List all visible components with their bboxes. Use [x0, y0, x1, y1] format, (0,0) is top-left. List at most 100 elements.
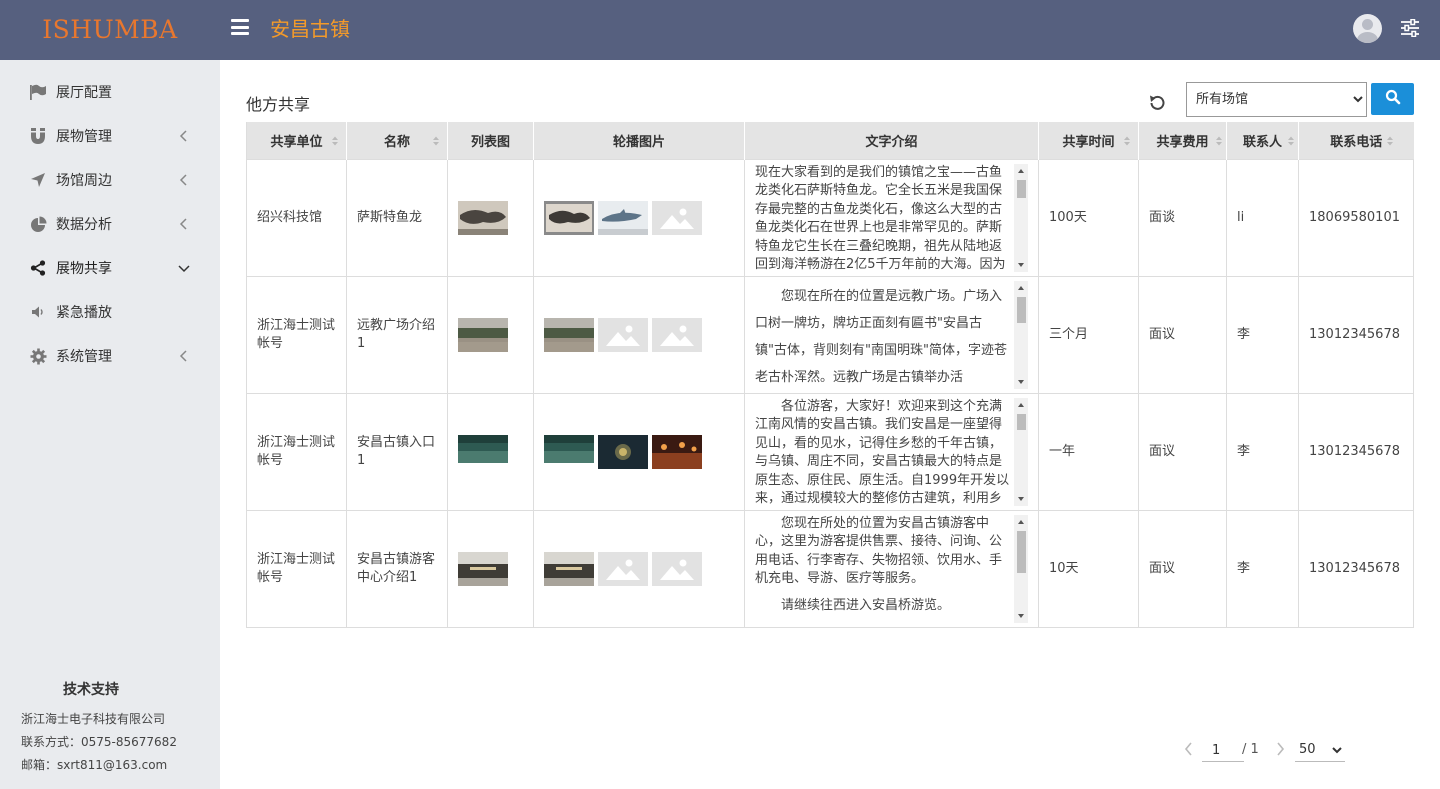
carousel-image[interactable]: [598, 200, 648, 235]
sidebar-item-emergency-broadcast[interactable]: 紧急播放: [0, 290, 220, 334]
cell-unit: 浙江海士测试帐号: [246, 275, 347, 394]
cell-list-image: [447, 509, 534, 628]
support-company: 浙江海士电子科技有限公司: [21, 712, 166, 726]
sort-icon: [1288, 136, 1294, 146]
share-icon: [29, 259, 47, 277]
search-icon: [1385, 89, 1401, 109]
column-header: 轮播图片: [533, 122, 745, 159]
cell-list-image: [447, 392, 534, 511]
cell-phone: 13012345678: [1298, 509, 1414, 628]
cell-intro: 您现在所在的位置是远教广场。广场入口树一牌坊，牌坊正面刻有匾书"安昌古镇"古体，…: [744, 275, 1039, 394]
cell-intro: 现在大家看到的是我们的镇馆之宝——古鱼龙类化石萨斯特鱼龙。它全长五米是我国保存最…: [744, 158, 1039, 277]
column-header[interactable]: 共享时间: [1038, 122, 1139, 159]
cell-fee: 面议: [1138, 509, 1227, 628]
column-header: 文字介绍: [744, 122, 1039, 159]
venue-select[interactable]: 所有场馆: [1186, 82, 1367, 117]
page-title: 安昌古镇: [270, 17, 350, 41]
cell-intro: 您现在所处的位置为安昌古镇游客中心，这里为游客提供售票、接待、问询、公用电话、行…: [744, 509, 1039, 628]
column-header[interactable]: 联系人: [1226, 122, 1299, 159]
cell-unit: 浙江海士测试帐号: [246, 392, 347, 511]
page-total: / 1: [1242, 742, 1259, 757]
support-contact: 联系方式：0575-85677682: [21, 735, 177, 749]
list-thumbnail-image[interactable]: [458, 551, 508, 586]
scrollbar[interactable]: [1014, 397, 1028, 506]
scrollbar[interactable]: [1014, 280, 1028, 389]
intro-textbox[interactable]: 各位游客，大家好！欢迎来到这个充满江南风情的安昌古镇。我们安昌是一座望得见山，看…: [755, 397, 1028, 506]
sort-icon: [332, 136, 338, 146]
app-logo[interactable]: ISHUMBA: [0, 0, 220, 60]
cell-carousel: [533, 275, 745, 394]
volume-icon: [29, 303, 47, 321]
sidebar-item-exhibit-management[interactable]: 展物管理: [0, 114, 220, 158]
magnet-icon: [29, 127, 47, 145]
carousel-image[interactable]: [598, 434, 648, 469]
placeholder-image-icon: [652, 317, 702, 352]
sidebar-item-label: 数据分析: [56, 217, 112, 233]
placeholder-image-icon: [652, 200, 702, 235]
carousel-image[interactable]: [544, 551, 594, 586]
column-header[interactable]: 共享费用: [1138, 122, 1227, 159]
flag-icon: [29, 83, 47, 101]
prev-page-icon[interactable]: [1184, 742, 1194, 760]
cell-phone: 18069580101: [1298, 158, 1414, 277]
scrollbar[interactable]: [1014, 163, 1028, 272]
cell-time: 10天: [1038, 509, 1139, 628]
next-page-icon[interactable]: [1275, 742, 1285, 760]
top-bar: ISHUMBA 安昌古镇: [0, 0, 1440, 60]
sort-icon: [1386, 136, 1393, 146]
cell-phone: 13012345678: [1298, 275, 1414, 394]
cell-fee: 面谈: [1138, 158, 1227, 277]
support-title: 技术支持: [63, 682, 119, 698]
cell-phone: 13012345678: [1298, 392, 1414, 511]
cell-carousel: [533, 392, 745, 511]
sidebar: 展厅配置 展物管理 场馆周边 数据分析 展物共享 紧急播放 系统管理 技术支持 …: [0, 60, 220, 789]
cell-time: 三个月: [1038, 275, 1139, 394]
column-header[interactable]: 联系电话: [1298, 122, 1414, 159]
list-thumbnail-image[interactable]: [458, 200, 508, 235]
refresh-icon[interactable]: [1147, 93, 1167, 113]
sidebar-item-system-management[interactable]: 系统管理: [0, 334, 220, 378]
scrollbar[interactable]: [1014, 514, 1028, 623]
chevron-down-icon: [178, 262, 190, 274]
sidebar-item-label: 场馆周边: [56, 173, 112, 189]
sort-icon: [1216, 136, 1222, 146]
cell-carousel: [533, 509, 745, 628]
cell-name: 安昌古镇入口1: [346, 392, 448, 511]
cell-name: 萨斯特鱼龙: [346, 158, 448, 277]
search-button[interactable]: [1371, 83, 1414, 115]
list-thumbnail-image[interactable]: [458, 317, 508, 352]
menu-toggle-icon[interactable]: [231, 19, 249, 35]
carousel-image[interactable]: [544, 200, 594, 235]
intro-textbox[interactable]: 现在大家看到的是我们的镇馆之宝——古鱼龙类化石萨斯特鱼龙。它全长五米是我国保存最…: [755, 163, 1028, 272]
main-content: 他方共享 所有场馆 共享单位 名称 列表图 轮播图片 文字介绍 共享时间 共享费…: [220, 60, 1440, 789]
sidebar-item-venue-surroundings[interactable]: 场馆周边: [0, 158, 220, 202]
placeholder-image-icon: [598, 317, 648, 352]
column-header[interactable]: 名称: [346, 122, 448, 159]
list-thumbnail-image[interactable]: [458, 434, 508, 469]
sidebar-item-label: 紧急播放: [56, 305, 112, 321]
intro-textbox[interactable]: 您现在所在的位置是远教广场。广场入口树一牌坊，牌坊正面刻有匾书"安昌古镇"古体，…: [755, 280, 1028, 389]
sidebar-item-label: 展物管理: [56, 129, 112, 145]
cell-name: 安昌古镇游客中心介绍1: [346, 509, 448, 628]
cell-list-image: [447, 158, 534, 277]
chevron-left-icon: [178, 174, 190, 186]
cell-contact: li: [1226, 158, 1299, 277]
user-avatar[interactable]: [1353, 14, 1382, 43]
sort-icon: [1124, 136, 1130, 146]
table-row: 浙江海士测试帐号 安昌古镇入口1 各位游客，大家好！欢迎来到这个充满江南风情的安…: [246, 392, 1414, 511]
page-size-select[interactable]: 50: [1295, 738, 1345, 762]
intro-textbox[interactable]: 您现在所处的位置为安昌古镇游客中心，这里为游客提供售票、接待、问询、公用电话、行…: [755, 514, 1028, 623]
column-header[interactable]: 共享单位: [246, 122, 347, 159]
column-header: 列表图: [447, 122, 534, 159]
settings-sliders-icon[interactable]: [1400, 18, 1420, 38]
chevron-left-icon: [178, 218, 190, 230]
carousel-image[interactable]: [652, 434, 702, 469]
carousel-image[interactable]: [544, 317, 594, 352]
cell-fee: 面议: [1138, 275, 1227, 394]
chevron-left-icon: [178, 130, 190, 142]
sidebar-item-exhibit-sharing[interactable]: 展物共享: [0, 246, 220, 290]
carousel-image[interactable]: [544, 434, 594, 469]
page-number-input[interactable]: [1202, 740, 1244, 762]
sidebar-item-hall-config[interactable]: 展厅配置: [0, 70, 220, 114]
sidebar-item-data-analysis[interactable]: 数据分析: [0, 202, 220, 246]
